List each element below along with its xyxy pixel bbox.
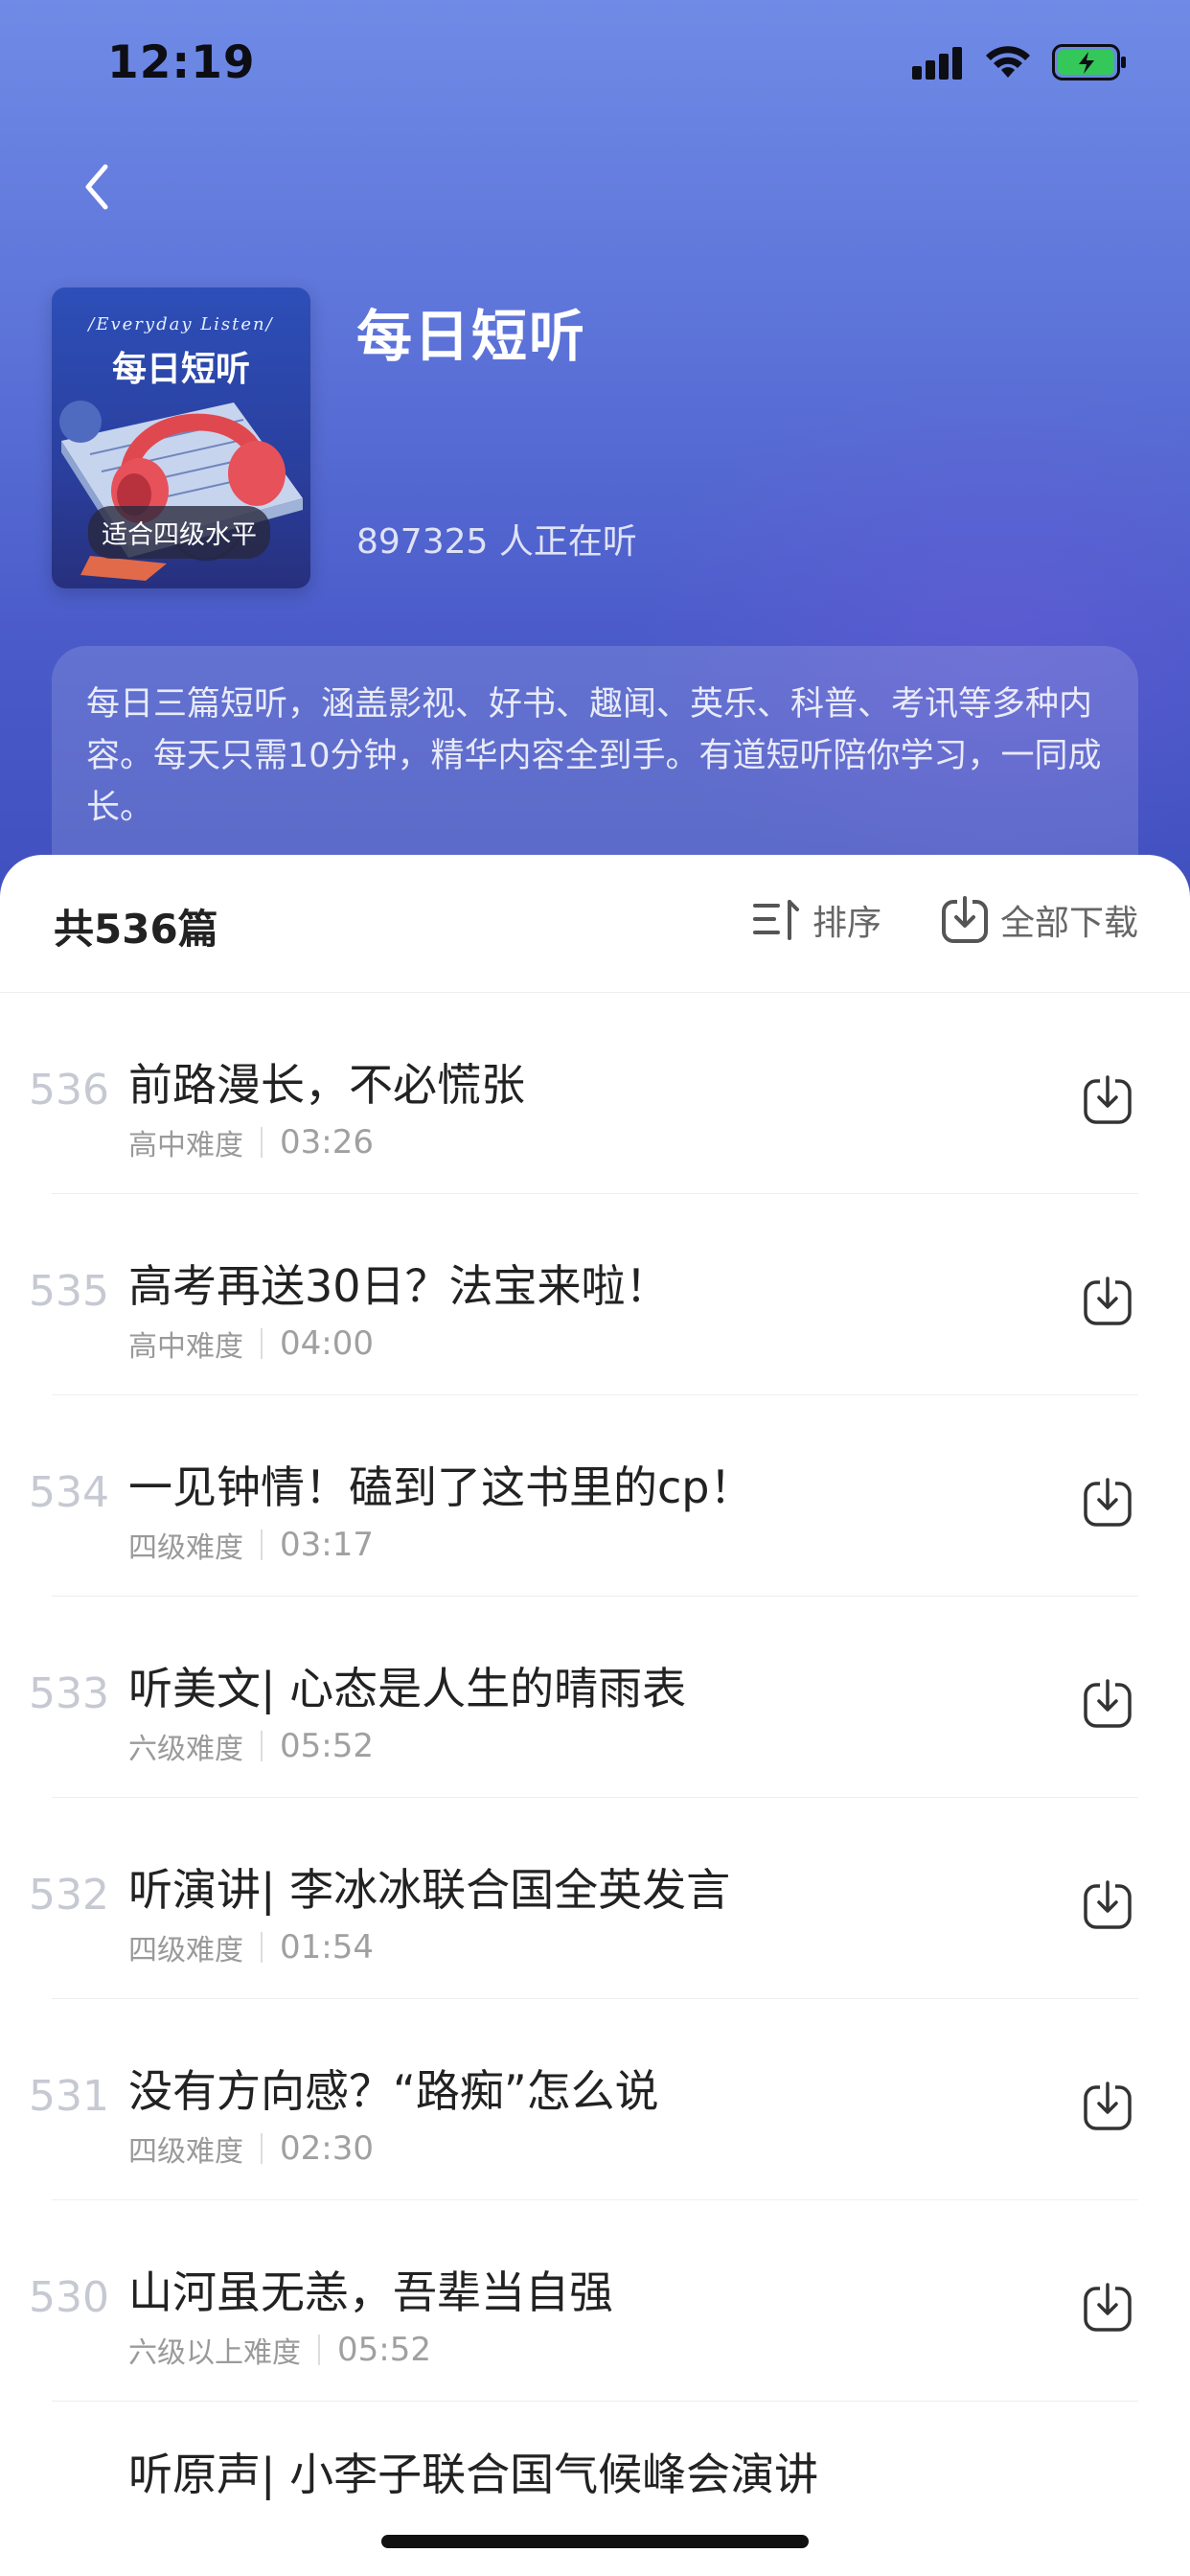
list-item[interactable]: 533 听美文| 心态是人生的晴雨表 六级难度 05:52 bbox=[0, 1597, 1190, 1798]
download-all-button[interactable]: 全部下载 bbox=[941, 895, 1138, 945]
description-text: 每日三篇短听，涵盖影视、好书、趣闻、英乐、科普、考讯等多种内容。每天只需10分钟… bbox=[86, 685, 1102, 827]
episode-title: 前路漫长，不必慌张 bbox=[128, 1059, 525, 1111]
episode-count: 共536篇 bbox=[54, 906, 218, 953]
episode-number: 533 bbox=[29, 1669, 109, 1718]
episode-title: 山河虽无恙，吾辈当自强 bbox=[128, 2266, 613, 2318]
episode-list: 536 前路漫长，不必慌张 高中难度 03:26 535 高考再送30日？法宝来… bbox=[0, 993, 1190, 2576]
meta-divider bbox=[261, 1731, 263, 1761]
episode-title: 高考再送30日？法宝来啦！ bbox=[128, 1260, 670, 1312]
episode-number: 532 bbox=[29, 1871, 109, 1920]
episode-meta: 四级难度 01:54 bbox=[128, 1926, 374, 1968]
episode-meta: 四级难度 03:17 bbox=[128, 1524, 374, 1566]
download-icon[interactable] bbox=[1081, 1476, 1134, 1530]
episode-meta: 六级难度 05:52 bbox=[128, 1725, 374, 1767]
episode-duration: 05:52 bbox=[280, 1727, 374, 1765]
download-icon bbox=[942, 896, 988, 943]
episode-meta: 四级难度 02:30 bbox=[128, 2128, 374, 2170]
level-badge: 适合四级水平 bbox=[88, 506, 270, 559]
back-button[interactable] bbox=[63, 153, 130, 220]
download-icon[interactable] bbox=[1081, 1878, 1134, 1932]
episode-level: 四级难度 bbox=[128, 1934, 243, 1967]
episode-duration: 02:30 bbox=[280, 2129, 374, 2168]
sort-button[interactable]: 排序 bbox=[751, 895, 881, 945]
download-icon[interactable] bbox=[1081, 2281, 1134, 2334]
download-icon[interactable] bbox=[1081, 1073, 1134, 1127]
meta-divider bbox=[261, 1932, 263, 1963]
episode-sheet: 共536篇 排序 全部下载 536 前路漫长，不必慌张 高中难度 03:26 5… bbox=[0, 855, 1190, 2576]
status-icons bbox=[912, 44, 1129, 80]
chevron-left-icon bbox=[85, 164, 108, 210]
episode-meta: 高中难度 03:26 bbox=[128, 1121, 374, 1163]
sort-icon bbox=[753, 900, 799, 940]
list-item[interactable]: 536 前路漫长，不必慌张 高中难度 03:26 bbox=[0, 993, 1190, 1194]
sort-label: 排序 bbox=[812, 904, 882, 943]
episode-duration: 04:00 bbox=[280, 1324, 374, 1363]
meta-divider bbox=[318, 2334, 320, 2365]
list-item[interactable]: 532 听演讲| 李冰冰联合国全英发言 四级难度 01:54 bbox=[0, 1798, 1190, 1999]
episode-title: 一见钟情！磕到了这书里的cp！ bbox=[128, 1461, 754, 1513]
episode-number: 530 bbox=[29, 2273, 109, 2322]
episode-title: 没有方向感？“路痴”怎么说 bbox=[128, 2065, 659, 2117]
episode-level: 四级难度 bbox=[128, 1531, 243, 1565]
episode-level: 高中难度 bbox=[128, 1330, 243, 1364]
episode-level: 六级难度 bbox=[128, 1733, 243, 1766]
album-title: 每日短听 bbox=[356, 304, 587, 369]
status-bar: 12:19 bbox=[0, 0, 1190, 126]
episode-number: 531 bbox=[29, 2072, 109, 2121]
album-header: 12:19 /Everyday Listen/ 每日短听 适合四级水平 每日短听… bbox=[0, 0, 1190, 920]
episode-title: 听演讲| 李冰冰联合国全英发言 bbox=[128, 1864, 731, 1916]
list-item[interactable]: 531 没有方向感？“路痴”怎么说 四级难度 02:30 bbox=[0, 1999, 1190, 2200]
episode-number: 535 bbox=[29, 1267, 109, 1316]
episode-level: 高中难度 bbox=[128, 1129, 243, 1162]
episode-number: 536 bbox=[29, 1066, 109, 1115]
list-toolbar: 共536篇 排序 全部下载 bbox=[0, 855, 1190, 993]
episode-level: 六级以上难度 bbox=[128, 2336, 301, 2370]
listener-count: 897325 人正在听 bbox=[356, 522, 637, 562]
meta-divider bbox=[261, 1127, 263, 1158]
episode-duration: 01:54 bbox=[280, 1928, 374, 1966]
meta-divider bbox=[261, 1328, 263, 1359]
episode-duration: 03:26 bbox=[280, 1123, 374, 1162]
list-item[interactable]: 534 一见钟情！磕到了这书里的cp！ 四级难度 03:17 bbox=[0, 1395, 1190, 1597]
episode-number: 534 bbox=[29, 1468, 109, 1517]
download-icon[interactable] bbox=[1081, 1275, 1134, 1328]
status-time: 12:19 bbox=[107, 36, 256, 89]
battery-charging-icon bbox=[1052, 44, 1126, 80]
cover-subtitle: /Everyday Listen/ bbox=[88, 314, 274, 334]
download-all-label: 全部下载 bbox=[1000, 904, 1139, 943]
episode-meta: 高中难度 04:00 bbox=[128, 1322, 374, 1365]
home-indicator[interactable] bbox=[381, 2535, 809, 2548]
episode-meta: 六级以上难度 05:52 bbox=[128, 2329, 431, 2371]
episode-title: 听美文| 心态是人生的晴雨表 bbox=[128, 1663, 687, 1714]
download-icon[interactable] bbox=[1081, 2080, 1134, 2133]
meta-divider bbox=[261, 2133, 263, 2164]
list-item[interactable]: 听原声| 小李子联合国气候峰会演讲 bbox=[0, 2402, 1190, 2576]
list-item[interactable]: 530 山河虽无恙，吾辈当自强 六级以上难度 05:52 bbox=[0, 2200, 1190, 2402]
cellular-signal-icon bbox=[912, 45, 964, 80]
episode-duration: 05:52 bbox=[337, 2331, 431, 2369]
album-cover: /Everyday Listen/ 每日短听 适合四级水平 bbox=[52, 288, 310, 588]
wifi-icon bbox=[986, 46, 1030, 78]
meta-divider bbox=[261, 1530, 263, 1560]
list-item[interactable]: 535 高考再送30日？法宝来啦！ 高中难度 04:00 bbox=[0, 1194, 1190, 1395]
episode-duration: 03:17 bbox=[280, 1526, 374, 1564]
episode-level: 四级难度 bbox=[128, 2135, 243, 2169]
episode-title: 听原声| 小李子联合国气候峰会演讲 bbox=[128, 2449, 819, 2500]
download-icon[interactable] bbox=[1081, 1677, 1134, 1731]
